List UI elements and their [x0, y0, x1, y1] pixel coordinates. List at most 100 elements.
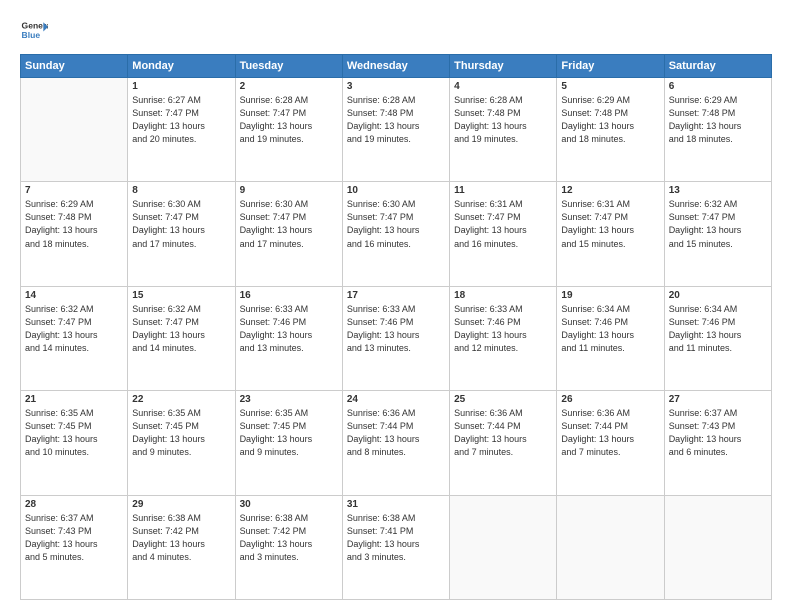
calendar-cell: 14 Sunrise: 6:32 AM Sunset: 7:47 PM Dayli…	[21, 286, 128, 390]
day-info: Sunrise: 6:30 AM Sunset: 7:47 PM Dayligh…	[240, 198, 338, 250]
weekday-header-thursday: Thursday	[450, 55, 557, 78]
day-number: 4	[454, 81, 552, 92]
day-number: 11	[454, 185, 552, 196]
calendar-cell: 17 Sunrise: 6:33 AM Sunset: 7:46 PM Dayli…	[342, 286, 449, 390]
calendar-cell: 24 Sunrise: 6:36 AM Sunset: 7:44 PM Dayli…	[342, 391, 449, 495]
day-number: 10	[347, 185, 445, 196]
day-info: Sunrise: 6:31 AM Sunset: 7:47 PM Dayligh…	[561, 198, 659, 250]
day-number: 21	[25, 394, 123, 405]
header: General Blue	[20, 16, 772, 44]
calendar-cell: 23 Sunrise: 6:35 AM Sunset: 7:45 PM Dayli…	[235, 391, 342, 495]
week-row-4: 21 Sunrise: 6:35 AM Sunset: 7:45 PM Dayli…	[21, 391, 772, 495]
day-info: Sunrise: 6:34 AM Sunset: 7:46 PM Dayligh…	[561, 303, 659, 355]
weekday-header-monday: Monday	[128, 55, 235, 78]
day-info: Sunrise: 6:37 AM Sunset: 7:43 PM Dayligh…	[25, 512, 123, 564]
calendar-cell: 2Sunrise: 6:28 AM Sunset: 7:47 PM Daylig…	[235, 78, 342, 182]
calendar-cell: 6 Sunrise: 6:29 AM Sunset: 7:48 PM Daylig…	[664, 78, 771, 182]
day-info: Sunrise: 6:37 AM Sunset: 7:43 PM Dayligh…	[669, 407, 767, 459]
page: General Blue SundayMondayTuesdayWednesda…	[0, 0, 792, 612]
week-row-1: 1 Sunrise: 6:27 AM Sunset: 7:47 PM Daylig…	[21, 78, 772, 182]
day-info: Sunrise: 6:28 AM Sunset: 7:48 PM Dayligh…	[454, 94, 552, 146]
day-number: 17	[347, 290, 445, 301]
day-number: 13	[669, 185, 767, 196]
day-number: 9	[240, 185, 338, 196]
day-info: Sunrise: 6:33 AM Sunset: 7:46 PM Dayligh…	[347, 303, 445, 355]
week-row-5: 28Sunrise: 6:37 AM Sunset: 7:43 PM Dayli…	[21, 495, 772, 599]
day-info: Sunrise: 6:32 AM Sunset: 7:47 PM Dayligh…	[669, 198, 767, 250]
day-number: 27	[669, 394, 767, 405]
weekday-header-friday: Friday	[557, 55, 664, 78]
day-info: Sunrise: 6:29 AM Sunset: 7:48 PM Dayligh…	[669, 94, 767, 146]
weekday-header-saturday: Saturday	[664, 55, 771, 78]
calendar-cell	[450, 495, 557, 599]
day-number: 8	[132, 185, 230, 196]
day-info: Sunrise: 6:29 AM Sunset: 7:48 PM Dayligh…	[561, 94, 659, 146]
day-number: 3	[347, 81, 445, 92]
day-info: Sunrise: 6:31 AM Sunset: 7:47 PM Dayligh…	[454, 198, 552, 250]
week-row-2: 7Sunrise: 6:29 AM Sunset: 7:48 PM Daylig…	[21, 182, 772, 286]
day-number: 18	[454, 290, 552, 301]
day-info: Sunrise: 6:32 AM Sunset: 7:47 PM Dayligh…	[132, 303, 230, 355]
day-info: Sunrise: 6:34 AM Sunset: 7:46 PM Dayligh…	[669, 303, 767, 355]
day-info: Sunrise: 6:35 AM Sunset: 7:45 PM Dayligh…	[240, 407, 338, 459]
day-number: 7	[25, 185, 123, 196]
day-info: Sunrise: 6:35 AM Sunset: 7:45 PM Dayligh…	[132, 407, 230, 459]
day-info: Sunrise: 6:33 AM Sunset: 7:46 PM Dayligh…	[454, 303, 552, 355]
day-number: 24	[347, 394, 445, 405]
calendar-cell: 27 Sunrise: 6:37 AM Sunset: 7:43 PM Dayli…	[664, 391, 771, 495]
day-number: 20	[669, 290, 767, 301]
day-number: 30	[240, 499, 338, 510]
day-info: Sunrise: 6:38 AM Sunset: 7:42 PM Dayligh…	[240, 512, 338, 564]
day-info: Sunrise: 6:36 AM Sunset: 7:44 PM Dayligh…	[561, 407, 659, 459]
calendar-cell: 19 Sunrise: 6:34 AM Sunset: 7:46 PM Dayli…	[557, 286, 664, 390]
calendar-cell	[557, 495, 664, 599]
day-number: 23	[240, 394, 338, 405]
calendar-cell	[21, 78, 128, 182]
calendar-cell: 10 Sunrise: 6:30 AM Sunset: 7:47 PM Dayli…	[342, 182, 449, 286]
calendar-cell: 31 Sunrise: 6:38 AM Sunset: 7:41 PM Dayli…	[342, 495, 449, 599]
day-number: 14	[25, 290, 123, 301]
logo: General Blue	[20, 16, 48, 44]
day-number: 1	[132, 81, 230, 92]
day-info: Sunrise: 6:27 AM Sunset: 7:47 PM Dayligh…	[132, 94, 230, 146]
calendar-cell: 4 Sunrise: 6:28 AM Sunset: 7:48 PM Daylig…	[450, 78, 557, 182]
calendar-cell: 7Sunrise: 6:29 AM Sunset: 7:48 PM Daylig…	[21, 182, 128, 286]
day-info: Sunrise: 6:33 AM Sunset: 7:46 PM Dayligh…	[240, 303, 338, 355]
day-info: Sunrise: 6:28 AM Sunset: 7:48 PM Dayligh…	[347, 94, 445, 146]
day-number: 25	[454, 394, 552, 405]
day-number: 15	[132, 290, 230, 301]
day-number: 16	[240, 290, 338, 301]
calendar-cell: 15 Sunrise: 6:32 AM Sunset: 7:47 PM Dayli…	[128, 286, 235, 390]
calendar-cell: 30 Sunrise: 6:38 AM Sunset: 7:42 PM Dayli…	[235, 495, 342, 599]
calendar-cell: 20 Sunrise: 6:34 AM Sunset: 7:46 PM Dayli…	[664, 286, 771, 390]
calendar-cell: 3 Sunrise: 6:28 AM Sunset: 7:48 PM Daylig…	[342, 78, 449, 182]
day-info: Sunrise: 6:38 AM Sunset: 7:42 PM Dayligh…	[132, 512, 230, 564]
calendar-cell: 18 Sunrise: 6:33 AM Sunset: 7:46 PM Dayli…	[450, 286, 557, 390]
day-number: 5	[561, 81, 659, 92]
svg-text:Blue: Blue	[22, 30, 41, 40]
calendar-cell: 26Sunrise: 6:36 AM Sunset: 7:44 PM Dayli…	[557, 391, 664, 495]
day-number: 31	[347, 499, 445, 510]
weekday-header-sunday: Sunday	[21, 55, 128, 78]
calendar-cell: 8Sunrise: 6:30 AM Sunset: 7:47 PM Daylig…	[128, 182, 235, 286]
day-number: 6	[669, 81, 767, 92]
calendar-cell: 21 Sunrise: 6:35 AM Sunset: 7:45 PM Dayli…	[21, 391, 128, 495]
calendar-cell: 5 Sunrise: 6:29 AM Sunset: 7:48 PM Daylig…	[557, 78, 664, 182]
day-info: Sunrise: 6:38 AM Sunset: 7:41 PM Dayligh…	[347, 512, 445, 564]
calendar-table: SundayMondayTuesdayWednesdayThursdayFrid…	[20, 54, 772, 600]
day-info: Sunrise: 6:32 AM Sunset: 7:47 PM Dayligh…	[25, 303, 123, 355]
logo-icon: General Blue	[20, 16, 48, 44]
week-row-3: 14 Sunrise: 6:32 AM Sunset: 7:47 PM Dayli…	[21, 286, 772, 390]
day-info: Sunrise: 6:36 AM Sunset: 7:44 PM Dayligh…	[347, 407, 445, 459]
day-info: Sunrise: 6:30 AM Sunset: 7:47 PM Dayligh…	[347, 198, 445, 250]
calendar-cell: 29Sunrise: 6:38 AM Sunset: 7:42 PM Dayli…	[128, 495, 235, 599]
calendar-cell: 11 Sunrise: 6:31 AM Sunset: 7:47 PM Dayli…	[450, 182, 557, 286]
day-info: Sunrise: 6:35 AM Sunset: 7:45 PM Dayligh…	[25, 407, 123, 459]
day-info: Sunrise: 6:28 AM Sunset: 7:47 PM Dayligh…	[240, 94, 338, 146]
calendar-cell: 12Sunrise: 6:31 AM Sunset: 7:47 PM Dayli…	[557, 182, 664, 286]
weekday-header-row: SundayMondayTuesdayWednesdayThursdayFrid…	[21, 55, 772, 78]
day-number: 22	[132, 394, 230, 405]
calendar-cell: 22 Sunrise: 6:35 AM Sunset: 7:45 PM Dayli…	[128, 391, 235, 495]
calendar-cell: 16 Sunrise: 6:33 AM Sunset: 7:46 PM Dayli…	[235, 286, 342, 390]
day-number: 19	[561, 290, 659, 301]
